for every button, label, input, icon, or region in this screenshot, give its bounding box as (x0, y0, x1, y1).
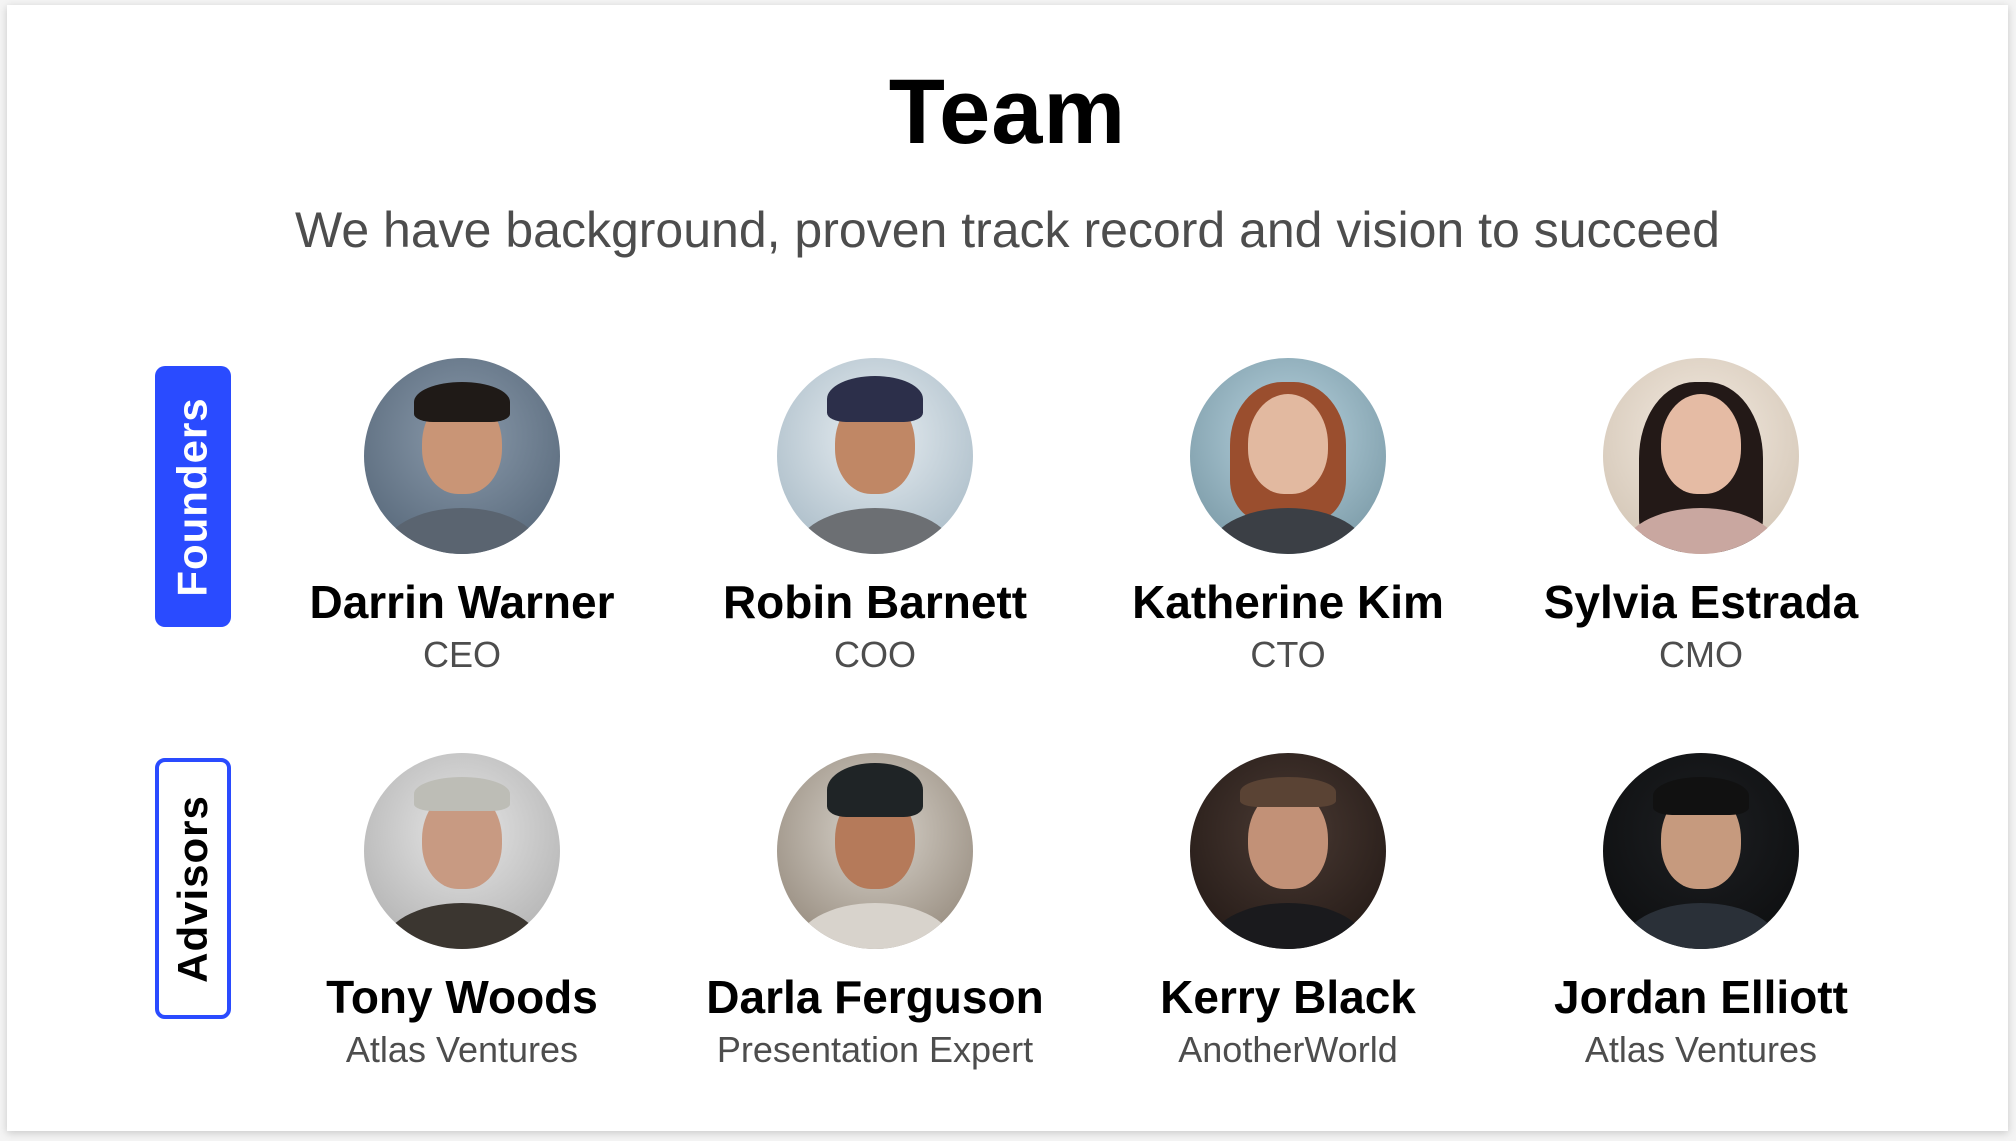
member-role: CMO (1659, 634, 1743, 675)
team-member-card: Katherine Kim CTO (1088, 358, 1488, 678)
avatar-photo (1190, 358, 1386, 554)
avatar-photo (1190, 753, 1386, 949)
member-role: Atlas Ventures (1584, 1029, 1818, 1070)
member-role: Atlas Ventures (345, 1029, 579, 1070)
page-title: Team (888, 61, 1127, 163)
member-role: CEO (422, 634, 501, 675)
avatar-photo (364, 358, 560, 554)
member-name: Kerry Black (1160, 971, 1416, 1023)
member-name: Darla Ferguson (706, 971, 1044, 1023)
team-member-card: Jordan Elliott Atlas Ventures (1501, 753, 1901, 1073)
avatar-photo (777, 753, 973, 949)
member-name: Darrin Warner (309, 576, 615, 628)
avatar-photo (1603, 358, 1799, 554)
team-member-card: Robin Barnett COO (675, 358, 1075, 678)
member-role: CTO (1250, 634, 1326, 675)
team-member-card: Darla Ferguson Presentation Expert (675, 753, 1075, 1073)
team-member-card: Darrin Warner CEO (262, 358, 662, 678)
founders-label-text: Founders (169, 396, 216, 597)
member-name: Sylvia Estrada (1543, 576, 1859, 628)
advisors-group-label: Advisors (155, 758, 231, 1019)
member-name: Robin Barnett (722, 576, 1028, 628)
team-slide: Team We have background, proven track re… (7, 5, 2008, 1131)
team-member-card: Kerry Black AnotherWorld (1088, 753, 1488, 1073)
founders-group-label: Founders (155, 366, 231, 627)
avatar-photo (1603, 753, 1799, 949)
member-name: Jordan Elliott (1554, 971, 1848, 1023)
member-name: Tony Woods (326, 971, 598, 1023)
advisors-label-text: Advisors (169, 794, 217, 983)
team-member-card: Tony Woods Atlas Ventures (262, 753, 662, 1073)
avatar-photo (364, 753, 560, 949)
member-role: AnotherWorld (1178, 1029, 1398, 1070)
member-role: Presentation Expert (716, 1029, 1034, 1070)
page-subtitle: We have background, proven track record … (295, 202, 1720, 258)
avatar-photo (777, 358, 973, 554)
team-member-card: Sylvia Estrada CMO (1501, 358, 1901, 678)
member-role: COO (833, 634, 916, 675)
member-name: Katherine Kim (1132, 576, 1444, 628)
